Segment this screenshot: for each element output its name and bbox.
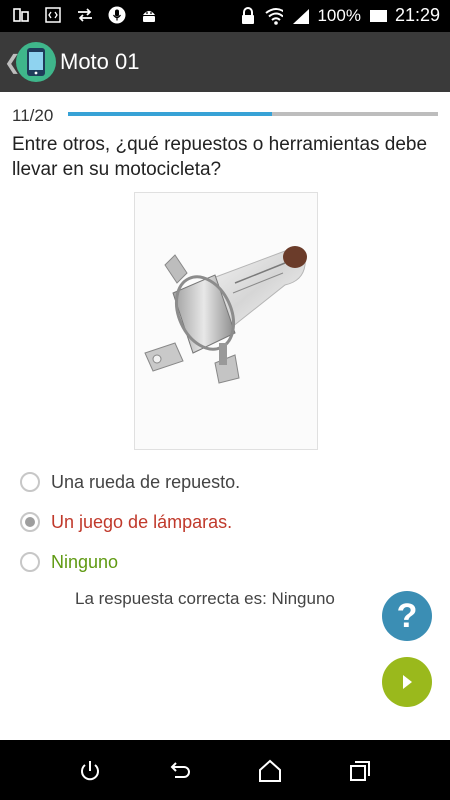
correct-answer-text: La respuesta correcta es: Ninguno — [75, 589, 335, 608]
help-button[interactable]: ? — [382, 591, 432, 641]
battery-icon — [369, 7, 387, 25]
code-icon — [44, 6, 62, 24]
app-title: Moto 01 — [60, 49, 140, 74]
radio-unselected[interactable] — [20, 472, 40, 492]
battery-percent: 100% — [317, 5, 361, 25]
screen-mirror-icon — [12, 6, 30, 24]
option-spare-wheel[interactable]: Una rueda de repuesto. — [20, 462, 440, 502]
progress-fill — [68, 112, 272, 116]
phone-app-icon[interactable] — [16, 42, 56, 82]
power-icon[interactable] — [75, 756, 105, 786]
progress-bar — [68, 112, 438, 116]
option-label: Ninguno — [51, 551, 119, 572]
recents-icon[interactable] — [345, 756, 375, 786]
app-bar: ❮ Moto 01 — [0, 32, 450, 92]
option-none[interactable]: Ninguno — [20, 542, 440, 582]
option-label: Un juego de lámparas. — [51, 511, 233, 532]
lock-icon — [239, 6, 257, 25]
microphone-icon — [108, 6, 126, 24]
android-icon — [140, 6, 158, 24]
next-button[interactable] — [382, 657, 432, 707]
clock: 21:29 — [394, 5, 440, 25]
quiz-content: 11/20 Entre otros, ¿qué repuestos o herr… — [0, 92, 450, 740]
notification-icons — [12, 6, 158, 24]
option-label: Una rueda de repuesto. — [51, 471, 241, 492]
radio-dot — [25, 517, 35, 527]
answer-options: Una rueda de repuesto. Un juego de lámpa… — [20, 462, 440, 582]
headlight-bulb-image — [144, 246, 307, 499]
back-icon[interactable] — [165, 756, 195, 786]
home-icon[interactable] — [255, 756, 285, 786]
play-next-icon — [403, 675, 412, 689]
question-text: Entre otros, ¿qué repuestos o herramient… — [12, 134, 428, 180]
question-mark-icon: ? — [396, 596, 418, 635]
progress-count: 11/20 — [12, 106, 54, 125]
question-image — [134, 192, 318, 499]
system-status: 100% 21:29 — [239, 5, 440, 26]
signal-icon — [291, 7, 310, 25]
status-bar: 100% 21:29 — [0, 0, 450, 32]
navigation-bar — [0, 740, 450, 800]
option-lamp-set[interactable]: Un juego de lámparas. — [20, 502, 440, 542]
wifi-icon — [265, 7, 284, 25]
sync-arrows-icon — [76, 6, 94, 24]
radio-unselected[interactable] — [20, 552, 40, 572]
radio-selected[interactable] — [20, 512, 40, 532]
